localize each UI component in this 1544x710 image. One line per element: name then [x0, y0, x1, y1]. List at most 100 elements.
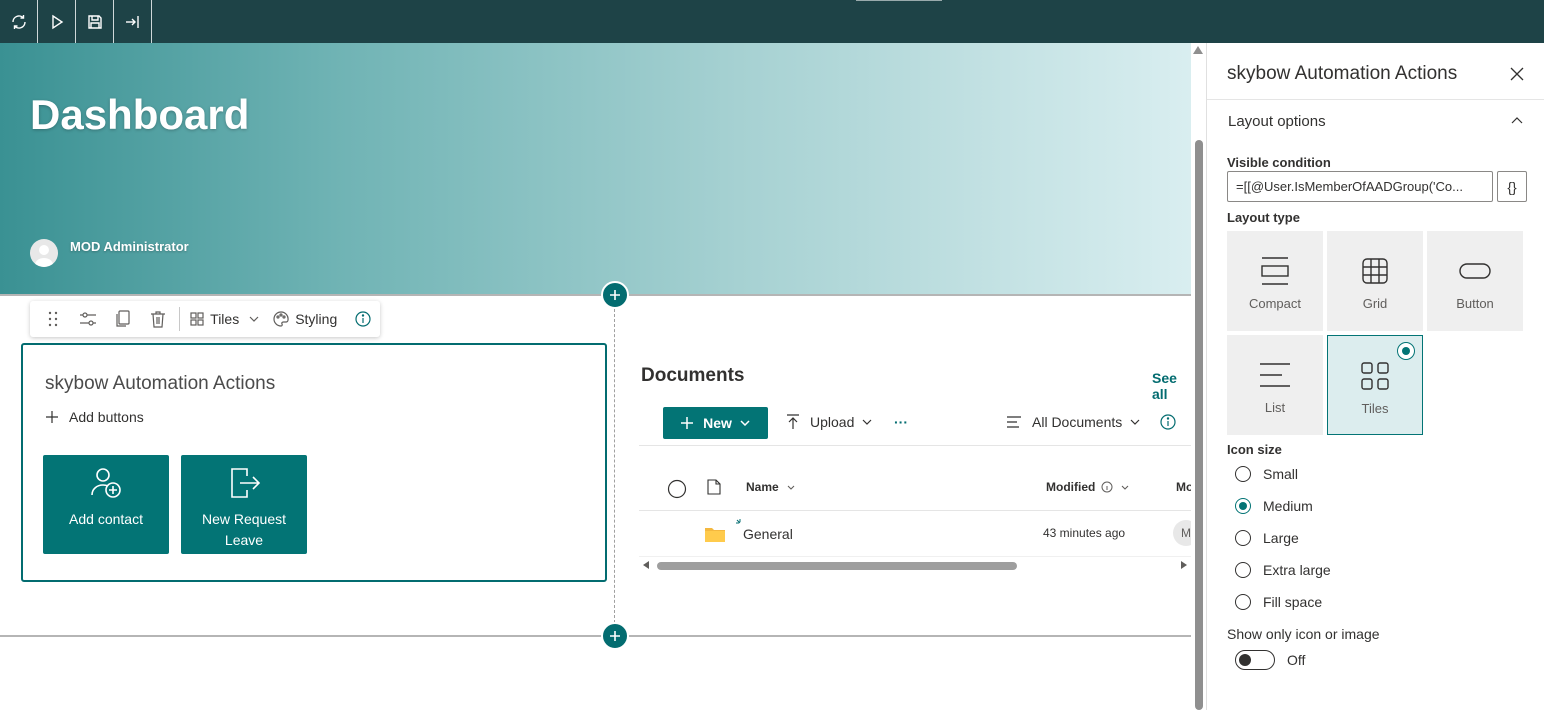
modified-value: 43 minutes ago	[1043, 526, 1126, 540]
horizontal-scrollbar-thumb[interactable]	[657, 562, 1017, 570]
plus-icon	[609, 630, 621, 642]
layout-option-grid[interactable]: Grid	[1327, 231, 1423, 331]
info-button[interactable]	[1160, 414, 1176, 430]
upload-icon	[786, 414, 800, 430]
radio-button[interactable]	[1235, 562, 1251, 578]
icon-size-small[interactable]: Small	[1235, 466, 1298, 482]
layout-type-label: Layout type	[1227, 210, 1300, 225]
styling-button[interactable]: Styling	[265, 311, 345, 327]
radio-dot	[1239, 502, 1247, 510]
visible-condition-input[interactable]: =[[@User.IsMemberOfAADGroup('Co...	[1227, 171, 1493, 202]
toggle-knob	[1239, 654, 1251, 666]
drag-handle-button[interactable]	[36, 301, 71, 337]
view-label: All Documents	[1032, 414, 1123, 430]
radio-button[interactable]	[1235, 530, 1251, 546]
chevron-down-icon	[862, 419, 872, 425]
name-column-header[interactable]: Name	[746, 480, 795, 494]
visible-condition-label: Visible condition	[1227, 155, 1331, 170]
new-request-leave-tile[interactable]: New Request Leave	[181, 455, 307, 554]
modified-by-column-header[interactable]: Mo	[1176, 480, 1191, 494]
close-pane-button[interactable]	[1510, 67, 1524, 81]
section-divider-bottom	[0, 635, 1191, 637]
radio-label: Medium	[1263, 498, 1313, 514]
new-button[interactable]: New	[663, 407, 768, 439]
selected-indicator	[1397, 342, 1415, 360]
vertical-scrollbar-thumb[interactable]	[1195, 140, 1203, 710]
radio-button[interactable]	[1235, 498, 1251, 514]
layout-option-button[interactable]: Button	[1427, 231, 1523, 331]
expression-editor-button[interactable]: {}	[1497, 171, 1527, 202]
edit-properties-button[interactable]	[71, 301, 106, 337]
layout-option-label: List	[1264, 400, 1286, 415]
info-icon	[1101, 481, 1113, 493]
hero-banner: Dashboard MOD Administrator	[0, 43, 1191, 295]
show-only-icon-label: Show only icon or image	[1227, 626, 1380, 642]
layout-option-list[interactable]: List	[1227, 335, 1323, 435]
property-pane: skybow Automation Actions Layout options…	[1207, 43, 1544, 710]
command-bar	[0, 0, 1544, 43]
add-buttons-link[interactable]: Add buttons	[45, 409, 144, 425]
view-list-icon	[1006, 415, 1022, 429]
scroll-up-arrow[interactable]	[1193, 46, 1203, 54]
page-canvas: Dashboard MOD Administrator Tiles Stylin…	[0, 43, 1191, 710]
automation-actions-webpart[interactable]: skybow Automation Actions Add buttons Ad…	[21, 343, 607, 582]
layout-options-header[interactable]: Layout options	[1228, 113, 1326, 130]
layout-dropdown[interactable]: Tiles	[184, 311, 265, 327]
grid-layout-icon	[1361, 255, 1389, 287]
toolbar-divider	[639, 445, 1191, 446]
modified-column-label: Modified	[1046, 480, 1096, 494]
duplicate-button[interactable]	[106, 301, 141, 337]
layout-option-compact[interactable]: Compact	[1227, 231, 1323, 331]
see-all-link[interactable]: See all	[1152, 370, 1191, 402]
file-name-link[interactable]: General	[743, 526, 793, 542]
save-icon	[87, 14, 103, 30]
radio-label: Fill space	[1263, 594, 1323, 610]
layout-option-tiles[interactable]: Tiles	[1327, 335, 1423, 435]
more-actions-button[interactable]: ···	[894, 414, 908, 430]
author-name: MOD Administrator	[70, 239, 189, 254]
run-button[interactable]	[38, 0, 76, 43]
play-icon	[49, 14, 65, 30]
radio-button[interactable]	[1235, 594, 1251, 610]
icon-size-medium[interactable]: Medium	[1235, 498, 1313, 514]
add-contact-tile[interactable]: Add contact	[43, 455, 169, 554]
table-row[interactable]: General 43 minutes ago M	[639, 511, 1191, 557]
refresh-button[interactable]	[0, 0, 38, 43]
add-section-button-top[interactable]	[601, 281, 629, 309]
webpart-title: skybow Automation Actions	[45, 373, 276, 394]
modified-column-header[interactable]: Modified	[1046, 480, 1129, 494]
pane-divider	[1207, 99, 1544, 100]
info-button[interactable]	[345, 301, 380, 337]
chevron-up-icon[interactable]	[1511, 117, 1523, 124]
upload-button[interactable]: Upload	[786, 414, 872, 430]
trash-icon	[150, 310, 166, 328]
radio-button[interactable]	[1235, 466, 1251, 482]
layout-option-label: Grid	[1362, 296, 1388, 311]
page-title[interactable]: Dashboard	[30, 91, 249, 139]
tile-label: New Request Leave	[201, 511, 287, 548]
select-all-checkbox[interactable]	[667, 479, 687, 499]
icon-size-label: Icon size	[1227, 442, 1282, 457]
scroll-left-arrow[interactable]	[643, 561, 649, 569]
scroll-right-arrow[interactable]	[1181, 561, 1187, 569]
sign-out-icon	[227, 465, 261, 501]
tiles-icon	[190, 312, 204, 326]
modified-by-avatar[interactable]: M	[1173, 520, 1191, 546]
delete-button[interactable]	[140, 301, 175, 337]
icon-size-fill-space[interactable]: Fill space	[1235, 594, 1322, 610]
icon-size-large[interactable]: Large	[1235, 530, 1299, 546]
save-button[interactable]	[76, 0, 114, 43]
upload-label: Upload	[810, 414, 855, 430]
info-icon	[1160, 414, 1176, 430]
icon-size-extra-large[interactable]: Extra large	[1235, 562, 1331, 578]
exit-edit-button[interactable]	[114, 0, 152, 43]
layout-option-label: Tiles	[1361, 401, 1389, 416]
show-only-icon-toggle[interactable]	[1235, 650, 1275, 670]
copy-icon	[115, 310, 131, 328]
drag-handle-icon	[48, 311, 58, 327]
file-type-header[interactable]	[707, 479, 721, 495]
folder-icon	[705, 526, 725, 542]
list-layout-icon	[1258, 359, 1292, 391]
view-selector[interactable]: All Documents	[1006, 414, 1140, 430]
add-section-button-bottom[interactable]	[601, 622, 629, 650]
